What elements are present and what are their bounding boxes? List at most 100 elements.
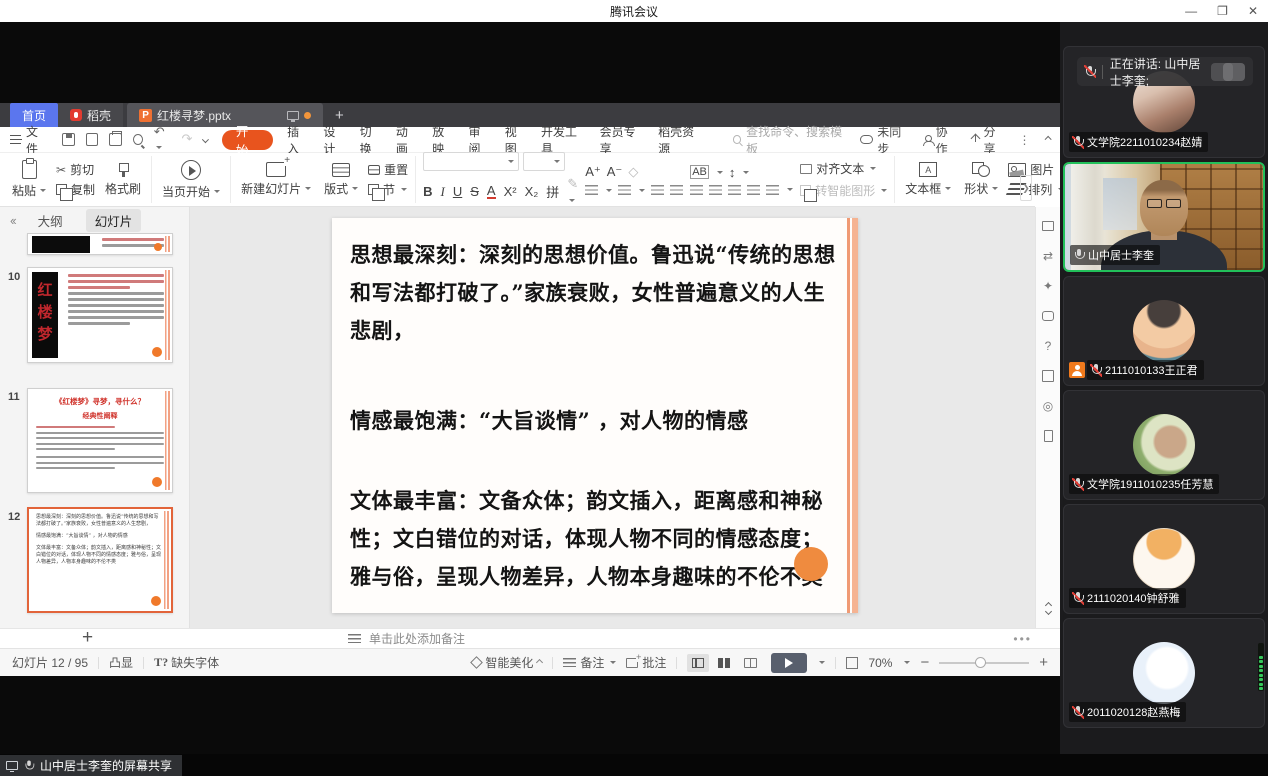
zoom-level[interactable]: 70% [868,656,892,670]
zoom-slider-knob[interactable] [975,657,986,668]
line-spacing-icon[interactable] [766,185,779,195]
ribbon-expand-icon[interactable]: ❯ [1020,175,1032,201]
highlight-button[interactable]: ✎ [567,176,578,207]
picture-button[interactable]: 图片 [1008,161,1066,178]
current-slide[interactable]: 思想最深刻：深刻的思想价值。鲁迅说“传统的思想和写法都打破了。”家族衰败，女性普… [332,218,858,613]
switch-tool-icon[interactable]: ⇄ [1041,249,1055,263]
bullet-list-icon[interactable] [585,185,598,195]
target-tool-icon[interactable]: ◎ [1041,399,1055,413]
shapes-button[interactable]: 形状 [961,162,1001,197]
play-from-current-button[interactable]: 当页开始 [159,160,223,200]
tab-docer[interactable]: 稻壳 [58,103,123,127]
zoom-out-button[interactable]: − [920,654,929,671]
cut-button[interactable]: ✂剪切 [56,161,95,178]
slide-thumbnail-10[interactable]: 红楼梦 [27,267,173,363]
reset-button[interactable]: 重置 [368,161,408,178]
slide-sorter-view-button[interactable] [713,654,735,672]
align-text-button[interactable]: 对齐文本 [800,160,887,177]
collapse-panel-icon[interactable]: ‹‹ [10,213,15,228]
minimize-button[interactable]: — [1185,0,1197,22]
notes-toggle-button[interactable]: 备注 [563,654,616,671]
format-painter-button[interactable]: 格式刷 [102,163,144,197]
slide-thumbnail-12-selected[interactable]: 思想最深刻：深刻的思想价值。鲁迅说“传统的思想和写法都打破了。”家族衰败，女性普… [27,507,173,613]
copy-button[interactable]: 复制 [56,181,95,198]
play-options-icon[interactable] [819,661,825,664]
sidebar-pane-icon[interactable] [1041,429,1055,443]
section-button[interactable]: 节 [368,181,408,198]
superscript-button[interactable]: X² [504,184,517,199]
arrange-button[interactable]: 排列 [1008,181,1066,198]
phonetic-button[interactable]: 拼 [546,182,559,201]
notes-more-icon[interactable]: ••• [1013,632,1032,646]
paste-button[interactable]: 粘贴 [9,160,49,199]
clear-format-icon[interactable]: ◇ [628,164,638,180]
effects-tool-icon[interactable]: ✦ [1041,279,1055,293]
menu-docer-resources[interactable]: 稻壳资源 [658,123,703,157]
smart-beautify-button[interactable]: 智能美化 [472,654,542,671]
align-left-icon[interactable] [690,185,703,195]
collapse-ribbon-icon[interactable] [1044,136,1051,143]
char-spacing-icon[interactable]: AB [690,165,709,179]
align-right-icon[interactable] [728,185,741,195]
collaborate-button[interactable]: 协作 [923,123,957,157]
output-icon[interactable] [86,133,99,146]
font-color-button[interactable]: A [487,185,496,199]
menu-insert[interactable]: 插入 [287,123,309,157]
menu-transition[interactable]: 切换 [360,123,382,157]
numbered-list-icon[interactable] [618,185,631,195]
save-icon[interactable] [62,133,75,146]
underline-button[interactable]: U [453,184,462,199]
subscript-button[interactable]: X₂ [525,184,539,199]
font-name-select[interactable] [423,152,519,171]
slideshow-tool-icon[interactable] [1041,219,1055,233]
notes-placeholder[interactable]: 单击此处添加备注 [369,630,465,647]
file-menu[interactable]: 文件 [10,123,48,157]
normal-view-button[interactable] [687,654,709,672]
decrease-indent-icon[interactable] [651,185,664,195]
slide-canvas[interactable]: 思想最深刻：深刻的思想价值。鲁迅说“传统的思想和写法都打破了。”家族衰败，女性普… [190,207,1035,628]
print-preview-icon[interactable] [133,134,143,145]
bold-button[interactable]: B [423,184,432,199]
more-menu-icon[interactable]: ⋮ [1019,133,1032,147]
zoom-in-button[interactable]: + [1039,654,1048,671]
participant-tile-zhongshuya[interactable]: 2111020140钟舒雅 [1063,504,1265,614]
sync-status[interactable]: 未同步 [860,123,909,157]
strikethrough-button[interactable]: S [470,184,479,199]
close-button[interactable]: ✕ [1248,0,1258,22]
new-slide-button[interactable]: 新建幻灯片 [238,162,314,197]
redo-icon[interactable]: ↷ [181,132,192,147]
missing-font-warning[interactable]: T? 缺失字体 [154,654,219,671]
highlight-tool[interactable]: 凸显 [109,654,133,671]
layout-button[interactable]: 版式 [321,163,361,197]
slideshow-play-button[interactable] [771,653,807,673]
undo-icon[interactable]: ↶ [154,125,171,155]
increase-font-button[interactable]: A⁺ [585,164,601,180]
align-center-icon[interactable] [709,185,722,195]
participant-tile-renfanghui[interactable]: 文学院1911010235任芳慧 [1063,390,1265,500]
next-slide-chevrons[interactable] [1046,603,1051,614]
thumbnail-list[interactable]: 10 红楼梦 11 [0,233,189,628]
menu-start[interactable]: 开始 [222,130,273,150]
add-slide-button[interactable]: + [82,627,93,649]
menu-design[interactable]: 设计 [323,123,345,157]
increase-indent-icon[interactable] [670,185,683,195]
text-direction-icon[interactable]: ↕ [729,165,736,180]
presentation-mode-icon[interactable] [287,111,299,120]
text-box-button[interactable]: A 文本框 [902,162,954,197]
menu-animation[interactable]: 动画 [396,123,418,157]
help-icon[interactable]: ? [1041,339,1055,353]
decrease-font-button[interactable]: A⁻ [607,164,623,180]
maximize-button[interactable]: ❐ [1217,0,1228,22]
menu-member[interactable]: 会员专享 [600,123,645,157]
italic-button[interactable]: I [441,184,445,200]
font-size-select[interactable] [523,152,565,171]
participant-tile-zhaoyanmei[interactable]: 2011020128赵燕梅 [1063,618,1265,728]
reading-view-button[interactable] [739,654,761,672]
fit-slide-icon[interactable] [846,657,858,669]
to-smartart-button[interactable]: 转智能图形 [800,182,887,199]
qat-dropdown-icon[interactable] [202,136,209,143]
comment-pane-icon[interactable] [1041,309,1055,323]
print-icon[interactable] [109,133,122,146]
slide-thumbnail-9[interactable] [27,233,173,255]
selection-pane-icon[interactable] [1041,369,1055,383]
